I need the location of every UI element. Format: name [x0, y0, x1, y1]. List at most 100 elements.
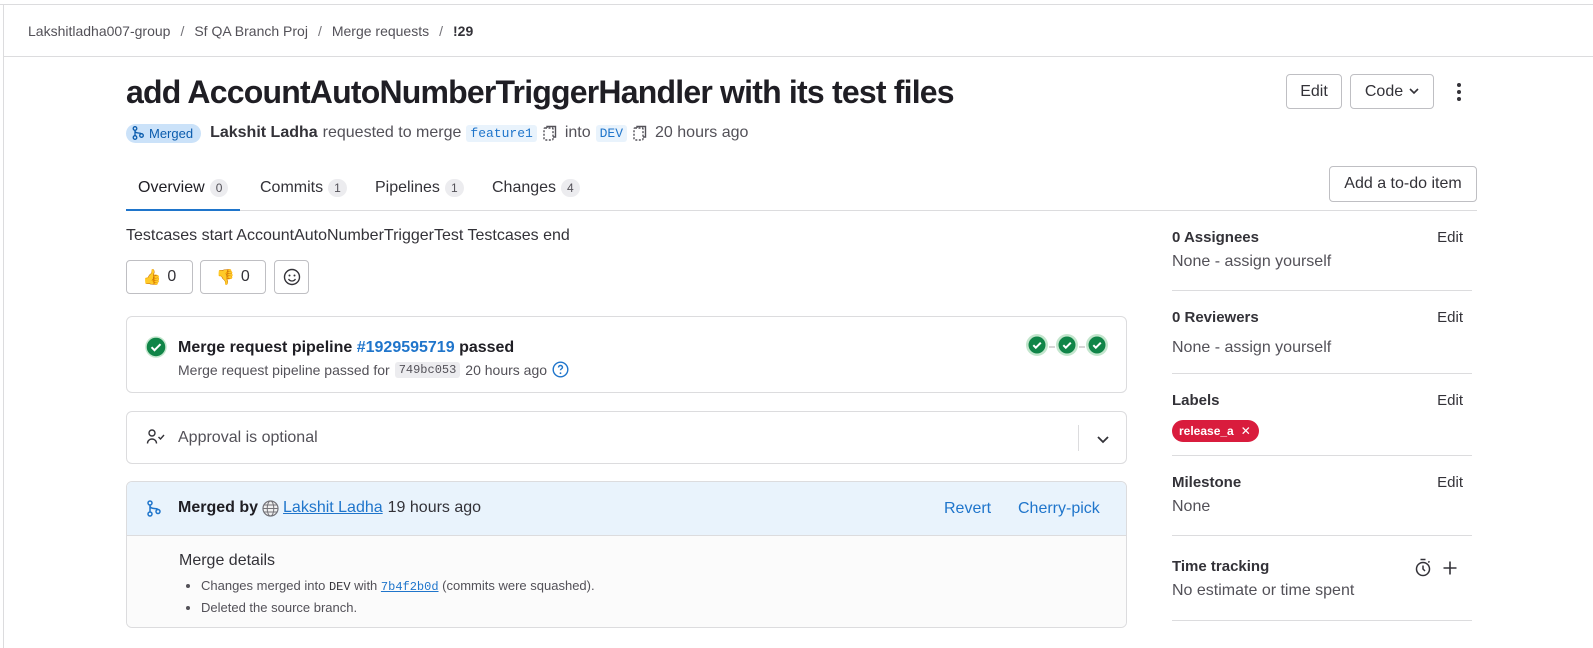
merge-details-title: Merge details	[179, 552, 276, 569]
tab-count: 0	[209, 178, 229, 197]
edit-button[interactable]: Edit	[1286, 74, 1342, 109]
more-actions-kebab-icon[interactable]	[1449, 80, 1469, 104]
thumbs-down-icon: 👎	[216, 269, 235, 286]
status-badge: Merged	[126, 123, 202, 143]
thumbs-down-button[interactable]: 👎 0	[200, 260, 266, 294]
tab-count: 1	[444, 179, 464, 197]
close-icon[interactable]: ✕	[1241, 424, 1251, 438]
question-icon[interactable]	[552, 361, 569, 378]
time-tracking-actions	[1414, 558, 1458, 580]
pipeline-stages	[1025, 333, 1109, 360]
thumbs-up-icon: 👍	[142, 269, 162, 286]
label-chip[interactable]: release_a ✕	[1172, 420, 1259, 442]
code-button-label: Code	[1364, 82, 1404, 100]
revert-button[interactable]: Revert	[944, 500, 991, 518]
merge-commit-link[interactable]: 7b4f2b0d	[381, 580, 439, 594]
milestone-title: Milestone	[1172, 474, 1242, 491]
merge-details: Merge details Changes merged into DEV wi…	[127, 536, 1126, 627]
approval-text: Approval is optional	[178, 429, 318, 446]
mr-tabs: Overview 0 Commits 1 Pipelines 1 Changes…	[126, 166, 1477, 211]
thumbs-up-count: 0	[167, 268, 177, 285]
status-badge-label: Merged	[149, 125, 194, 141]
label-chip-text: release_a	[1179, 424, 1234, 438]
tab-changes[interactable]: Changes 4	[480, 166, 592, 210]
commit-sha[interactable]: 749bc053	[394, 361, 461, 378]
created-time: 20 hours ago	[655, 124, 749, 141]
breadcrumb: Lakshitladha007-group / Sf QA Branch Pro…	[28, 23, 473, 39]
page-title: add AccountAutoNumberTriggerHandler with…	[126, 74, 955, 110]
edit-milestone-button[interactable]: Edit	[1437, 474, 1463, 491]
merge-icon	[147, 500, 161, 520]
merged-by-prefix: Merged by	[178, 499, 259, 516]
avatar[interactable]	[262, 499, 279, 517]
breadcrumb-separator: /	[317, 23, 322, 39]
stage-success-icon[interactable]	[1055, 333, 1079, 360]
reviewers-title: 0 Reviewers	[1172, 309, 1259, 326]
smiley-icon	[283, 268, 300, 286]
requested-text: requested to merge	[322, 124, 462, 141]
into-text: into	[564, 124, 591, 141]
merged-widget: Merged by Lakshit Ladha 19 hours ago Rev…	[126, 481, 1127, 628]
copy-icon[interactable]	[633, 125, 647, 141]
time-tracking-value: No estimate or time spent	[1172, 582, 1355, 599]
chevron-down-icon[interactable]	[1093, 429, 1113, 449]
list-item: Deleted the source branch.	[201, 600, 595, 615]
author-link[interactable]: Lakshit Ladha	[210, 124, 318, 142]
thumbs-up-button[interactable]: 👍 0	[126, 260, 193, 294]
approval-widget: Approval is optional	[126, 411, 1127, 464]
tab-pipelines[interactable]: Pipelines 1	[363, 166, 476, 210]
source-branch[interactable]: feature1	[466, 124, 537, 142]
merge-details-list: Changes merged into DEV with 7b4f2b0d (c…	[201, 578, 595, 621]
list-item: Changes merged into DEV with 7b4f2b0d (c…	[201, 578, 595, 594]
tab-label: Changes	[492, 179, 557, 196]
add-todo-button[interactable]: Add a to-do item	[1329, 166, 1477, 202]
edit-labels-button[interactable]: Edit	[1437, 392, 1463, 409]
breadcrumb-item-current[interactable]: !29	[453, 23, 473, 39]
breadcrumb-separator: /	[180, 23, 185, 39]
mr-description: Testcases start AccountAutoNumberTrigger…	[126, 227, 570, 244]
approval-user-icon	[146, 428, 166, 449]
merged-by-text: Merged by Lakshit Ladha 19 hours ago	[178, 499, 481, 517]
stage-success-icon[interactable]	[1085, 333, 1109, 360]
assignees-title: 0 Assignees	[1172, 229, 1259, 246]
thumbs-down-count: 0	[240, 268, 250, 285]
tab-overview[interactable]: Overview 0	[126, 166, 241, 211]
breadcrumb-item-project[interactable]: Sf QA Branch Proj	[194, 23, 308, 39]
chevron-down-icon	[1409, 86, 1419, 98]
merged-time: 19 hours ago	[387, 499, 482, 516]
copy-icon[interactable]	[543, 125, 557, 141]
stopwatch-icon[interactable]	[1414, 558, 1432, 580]
breadcrumb-item-group[interactable]: Lakshitladha007-group	[28, 23, 170, 39]
tab-label: Commits	[260, 179, 324, 196]
cherry-pick-button[interactable]: Cherry-pick	[1018, 500, 1100, 518]
merged-header: Merged by Lakshit Ladha 19 hours ago Rev…	[127, 482, 1126, 536]
breadcrumb-item-merge-requests[interactable]: Merge requests	[332, 23, 429, 39]
edit-assignees-button[interactable]: Edit	[1437, 229, 1463, 246]
merge-icon	[132, 126, 144, 140]
breadcrumb-separator: /	[439, 23, 444, 39]
add-reaction-button[interactable]	[274, 260, 309, 294]
pipeline-sub-prefix: Merge request pipeline passed for	[178, 361, 390, 378]
tab-label: Pipelines	[375, 179, 440, 196]
edit-reviewers-button[interactable]: Edit	[1437, 309, 1463, 326]
pipeline-title: Merge request pipeline #1929595719 passe…	[178, 339, 514, 357]
tab-commits[interactable]: Commits 1	[248, 166, 359, 210]
mr-meta: Merged Lakshit Ladha requested to merge …	[126, 121, 748, 145]
pipeline-status: passed	[459, 339, 515, 356]
milestone-value: None	[1172, 498, 1211, 515]
status-success-icon[interactable]	[145, 336, 167, 361]
time-tracking-title: Time tracking	[1172, 558, 1270, 575]
add-icon[interactable]	[1442, 560, 1458, 579]
stage-success-icon[interactable]	[1025, 333, 1049, 360]
tab-count: 4	[561, 179, 580, 197]
pipeline-link[interactable]: #1929595719	[357, 339, 455, 356]
assign-yourself-link[interactable]: None - assign yourself	[1172, 339, 1331, 357]
code-dropdown-button[interactable]: Code	[1350, 74, 1434, 109]
target-branch[interactable]: DEV	[595, 124, 628, 142]
assign-yourself-link[interactable]: None - assign yourself	[1172, 253, 1331, 271]
merged-by-user-link[interactable]: Lakshit Ladha	[283, 499, 383, 517]
labels-title: Labels	[1172, 392, 1220, 409]
pipeline-widget: Merge request pipeline #1929595719 passe…	[126, 316, 1127, 393]
pipeline-subtitle: Merge request pipeline passed for 749bc0…	[178, 361, 569, 378]
pipeline-prefix: Merge request pipeline	[178, 339, 353, 356]
